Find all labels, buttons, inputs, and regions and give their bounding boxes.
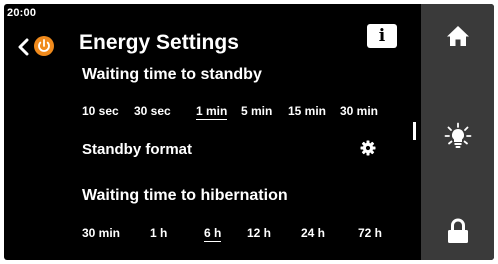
standby-option-30-min[interactable]: 30 min [340,104,378,118]
standby-option-1-min[interactable]: 1 min [196,104,228,120]
hibernation-option-6-h[interactable]: 6 h [204,226,222,242]
standby-option-5-min[interactable]: 5 min [241,104,272,118]
hibernation-option-1-h[interactable]: 1 h [150,226,167,240]
scroll-indicator[interactable] [413,122,416,140]
standby-format-label[interactable]: Standby format [82,141,192,158]
light-button[interactable] [421,114,494,158]
back-button[interactable] [16,38,30,56]
hibernation-option-12-h[interactable]: 12 h [247,226,271,240]
main-panel: 20:00 Energy Settings i Waiting time to … [4,4,421,260]
standby-option-15-min[interactable]: 15 min [288,104,326,118]
info-button[interactable]: i [367,24,397,48]
power-icon[interactable] [34,36,54,56]
clock: 20:00 [7,7,37,19]
page-title: Energy Settings [79,31,239,54]
light-bulb-icon [444,122,471,148]
lock-icon [447,218,468,243]
lock-button[interactable] [421,209,494,253]
standby-option-30-sec[interactable]: 30 sec [134,104,171,118]
gear-icon[interactable] [360,140,376,156]
hibernation-option-72-h[interactable]: 72 h [358,226,382,240]
standby-option-10-sec[interactable]: 10 sec [82,104,119,118]
hibernation-option-24-h[interactable]: 24 h [301,226,325,240]
info-icon: i [378,25,386,46]
device-screen: 20:00 Energy Settings i Waiting time to … [4,4,494,260]
home-icon [446,26,469,46]
nav-rail [421,4,494,260]
standby-heading: Waiting time to standby [82,66,262,83]
hibernation-option-30-min[interactable]: 30 min [82,226,120,240]
chevron-left-icon [18,38,29,56]
hibernation-heading: Waiting time to hibernation [82,187,288,204]
home-button[interactable] [421,14,494,58]
